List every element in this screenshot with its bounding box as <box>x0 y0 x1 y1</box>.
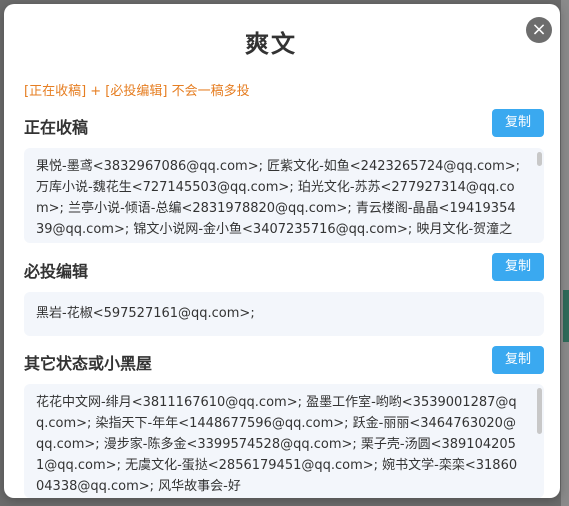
email-text-other-status: 花花中文网-绯月<3811167610@qq.com>; 盈墨工作室-哟哟<35… <box>36 395 518 494</box>
copy-button-accepting[interactable]: 复制 <box>492 109 544 137</box>
backdrop-edge <box>561 0 569 506</box>
email-text-accepting: 果悦-墨鸢<3832967086@qq.com>; 匠紫文化-如鱼<242326… <box>36 159 521 237</box>
email-list-other-status[interactable]: 花花中文网-绯月<3811167610@qq.com>; 盈墨工作室-哟哟<35… <box>24 384 544 498</box>
email-list-must-submit[interactable]: 黑岩-花椒<597527161@qq.com>; <box>24 292 544 336</box>
scrollbar-other-status[interactable] <box>537 388 542 434</box>
email-text-must-submit: 黑岩-花椒<597527161@qq.com>; <box>36 306 255 321</box>
copy-button-must-submit[interactable]: 复制 <box>492 253 544 281</box>
modal-title: 爽文 <box>245 30 297 58</box>
submission-modal: × 爽文 [正在收稿] + [必投编辑] 不会一稿多投 正在收稿 复制 果悦-墨… <box>4 4 560 498</box>
section-title-accepting: 正在收稿 <box>24 118 89 137</box>
email-list-accepting[interactable]: 果悦-墨鸢<3832967086@qq.com>; 匠紫文化-如鱼<242326… <box>24 148 544 243</box>
notice-text: [正在收稿] + [必投编辑] 不会一稿多投 <box>24 84 250 99</box>
copy-button-other-status[interactable]: 复制 <box>492 346 544 374</box>
section-title-must-submit: 必投编辑 <box>24 262 89 281</box>
scrollbar-accepting[interactable] <box>537 152 542 166</box>
backdrop-accent <box>563 290 569 342</box>
section-title-other-status: 其它状态或小黑屋 <box>24 354 153 373</box>
